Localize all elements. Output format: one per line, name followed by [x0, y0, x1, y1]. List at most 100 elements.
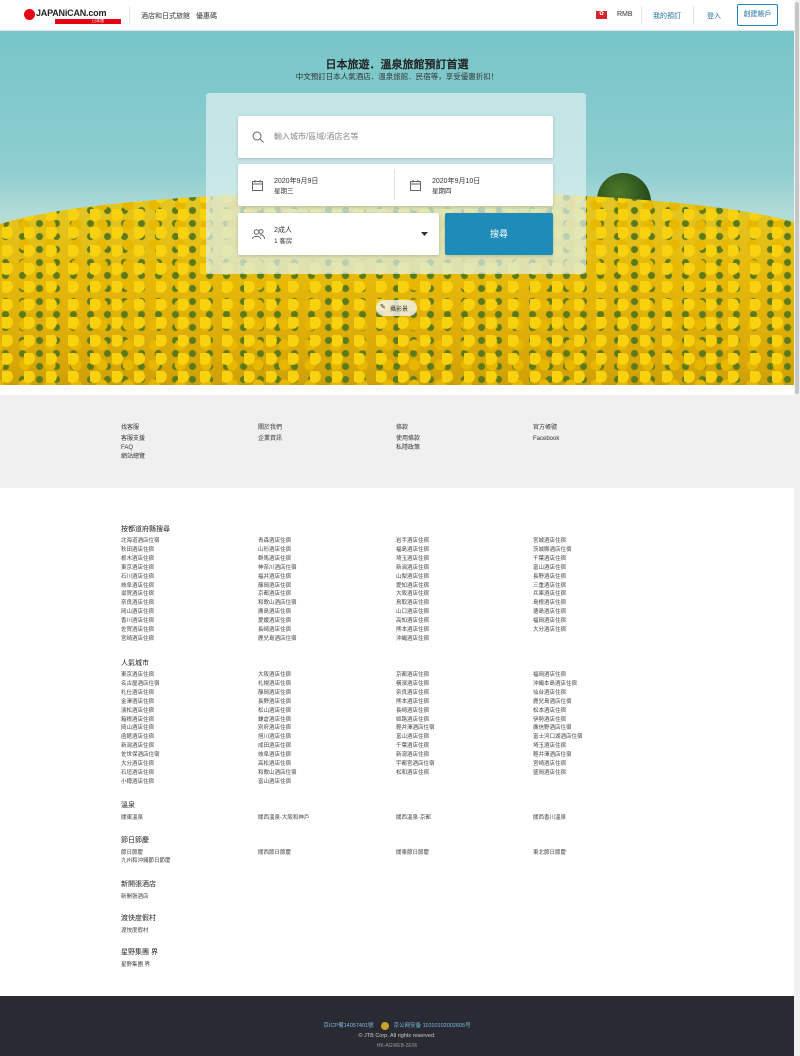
- prefecture-link[interactable]: 島根酒店住宿: [533, 599, 566, 608]
- city-link[interactable]: 宮崎酒店住宿: [533, 760, 566, 769]
- new-hotels-link[interactable]: 新開張酒店: [121, 893, 149, 902]
- nav-promo-code[interactable]: 優惠碼: [196, 11, 217, 21]
- prefecture-link[interactable]: 大分酒店住宿: [533, 626, 566, 635]
- city-link[interactable]: 沖繩本島酒店住宿: [533, 680, 577, 689]
- city-link[interactable]: 姬路酒店住宿: [396, 716, 429, 725]
- resort-link[interactable]: 渡快度假村: [121, 927, 149, 936]
- prefecture-link[interactable]: 長崎酒店住宿: [258, 626, 291, 635]
- city-link[interactable]: 石垣酒店住宿: [121, 769, 154, 778]
- city-link[interactable]: 仙台酒店住宿: [533, 689, 566, 698]
- city-link[interactable]: 熊本酒店住宿: [396, 698, 429, 707]
- my-booking-link[interactable]: 我的預訂: [653, 11, 681, 21]
- city-link[interactable]: 大分酒店住宿: [121, 760, 154, 769]
- checkin-date-field[interactable]: 2020年9月9日 星期三: [238, 164, 395, 206]
- city-link[interactable]: 札幌酒店住宿: [258, 680, 291, 689]
- prefecture-link[interactable]: 福岡酒店住宿: [533, 617, 566, 626]
- police-link[interactable]: 京公网安备 11010102002605号: [394, 1023, 471, 1029]
- scrollbar-thumb[interactable]: [795, 2, 799, 394]
- prefecture-link[interactable]: 廣島酒店住宿: [258, 608, 291, 617]
- city-link[interactable]: 宇都宮酒店住宿: [396, 760, 435, 769]
- prefecture-link[interactable]: 和歌山酒店住宿: [258, 599, 297, 608]
- prefecture-link[interactable]: 埼玉酒店住宿: [396, 555, 429, 564]
- onsen-link[interactable]: 關西香川溫泉: [533, 814, 566, 823]
- city-link[interactable]: 札仕酒店住宿: [121, 689, 154, 698]
- city-link[interactable]: 富山酒店住宿: [258, 778, 291, 787]
- city-link[interactable]: 伊勢酒店住宿: [533, 716, 566, 725]
- onsen-link[interactable]: 關西溫泉-大阪和神戶: [258, 814, 309, 823]
- prefecture-link[interactable]: 京都酒店住宿: [258, 590, 291, 599]
- signup-button[interactable]: 創建帳戶: [737, 4, 778, 26]
- city-link[interactable]: 長野酒店住宿: [258, 698, 291, 707]
- site-logo[interactable]: JAPANiCAN.com 日本旅遊專家: [24, 8, 121, 29]
- prefecture-link[interactable]: 福井酒店住宿: [258, 573, 291, 582]
- city-link[interactable]: 金澤酒店住宿: [121, 698, 154, 707]
- prefecture-link[interactable]: 高知酒店住宿: [396, 617, 429, 626]
- festival-link[interactable]: 九州和沖繩節日節慶: [121, 857, 171, 866]
- prefecture-link[interactable]: 栃木酒店住宿: [121, 555, 154, 564]
- destination-search-input[interactable]: 輸入城市/區域/酒店名等: [238, 116, 553, 158]
- city-link[interactable]: 函館酒店住宿: [121, 733, 154, 742]
- login-link[interactable]: 登入: [707, 11, 721, 21]
- prefecture-link[interactable]: 富山酒店住宿: [533, 564, 566, 573]
- prefecture-link[interactable]: 山梨酒店住宿: [396, 573, 429, 582]
- hoshino-link[interactable]: 星野集團 界: [121, 961, 150, 970]
- prefecture-link[interactable]: 靜岡酒店住宿: [258, 582, 291, 591]
- city-link[interactable]: 鎌倉酒店住宿: [258, 716, 291, 725]
- footer-link-support[interactable]: 客服支援: [121, 435, 145, 444]
- prefecture-link[interactable]: 沖繩酒店住宿: [396, 635, 429, 644]
- prefecture-link[interactable]: 德島酒店住宿: [533, 608, 566, 617]
- city-link[interactable]: 松本酒店住宿: [533, 707, 566, 716]
- city-link[interactable]: 廣信野酒店住宿: [533, 724, 572, 733]
- city-link[interactable]: 松和酒店住宿: [396, 769, 429, 778]
- footer-link-sitemap[interactable]: 網站總覽: [121, 453, 145, 462]
- city-link[interactable]: 京都酒店住宿: [396, 671, 429, 680]
- festival-link[interactable]: 東北節日節慶: [533, 849, 566, 858]
- onsen-link[interactable]: 關東溫泉: [121, 814, 143, 823]
- city-link[interactable]: 名古屋酒店住宿: [121, 680, 160, 689]
- prefecture-link[interactable]: 香川酒店住宿: [121, 617, 154, 626]
- footer-link-faq[interactable]: FAQ: [121, 444, 133, 453]
- city-link[interactable]: 大阪酒店住宿: [258, 671, 291, 680]
- city-link[interactable]: 松山酒店住宿: [258, 707, 291, 716]
- footer-link-company[interactable]: 企業資訊: [258, 435, 282, 444]
- city-link[interactable]: 新瀉酒店住宿: [396, 751, 429, 760]
- prefecture-link[interactable]: 山形酒店住宿: [258, 546, 291, 555]
- city-link[interactable]: 輕井澤酒店住宿: [533, 751, 572, 760]
- checkout-date-field[interactable]: 2020年9月10日 星期四: [396, 164, 553, 206]
- city-link[interactable]: 新潟酒店住宿: [121, 742, 154, 751]
- currency-selector[interactable]: RMB: [617, 11, 633, 18]
- prefecture-link[interactable]: 愛媛酒店住宿: [258, 617, 291, 626]
- prefecture-link[interactable]: 佐賀酒店住宿: [121, 626, 154, 635]
- prefecture-link[interactable]: 熊本酒店住宿: [396, 626, 429, 635]
- city-link[interactable]: 東京酒店住宿: [121, 671, 154, 680]
- prefecture-link[interactable]: 茨城縣酒店住宿: [533, 546, 572, 555]
- prefecture-link[interactable]: 岡山酒店住宿: [121, 608, 154, 617]
- nav-hotels-ryokan[interactable]: 酒店和日式旅館: [141, 11, 190, 21]
- onsen-link[interactable]: 關西溫泉-京都: [396, 814, 431, 823]
- city-link[interactable]: 鹿兒島酒店住宿: [533, 698, 572, 707]
- hk-flag-icon[interactable]: [596, 10, 607, 19]
- prefecture-link[interactable]: 岐阜酒店住宿: [121, 582, 154, 591]
- city-link[interactable]: 和歌山酒店住宿: [258, 769, 297, 778]
- prefecture-link[interactable]: 山口酒店住宿: [396, 608, 429, 617]
- festival-link[interactable]: 關西節日節慶: [258, 849, 291, 858]
- city-link[interactable]: 福岡酒店住宿: [533, 671, 566, 680]
- city-link[interactable]: 輕井澤酒店住宿: [396, 724, 435, 733]
- prefecture-link[interactable]: 福島酒店住宿: [396, 546, 429, 555]
- prefecture-link[interactable]: 宮崎酒店住宿: [121, 635, 154, 644]
- city-link[interactable]: 橫濱酒店住宿: [396, 680, 429, 689]
- city-link[interactable]: 小樽酒店住宿: [121, 778, 154, 787]
- prefecture-link[interactable]: 青森酒店住宿: [258, 537, 291, 546]
- footer-link-privacy[interactable]: 私隱政策: [396, 444, 420, 453]
- prefecture-link[interactable]: 滋賀酒店住宿: [121, 590, 154, 599]
- prefecture-link[interactable]: 三重酒店住宿: [533, 582, 566, 591]
- city-link[interactable]: 旭川酒店住宿: [258, 733, 291, 742]
- city-link[interactable]: 富山酒店住宿: [396, 733, 429, 742]
- prefecture-link[interactable]: 兵庫酒店住宿: [533, 590, 566, 599]
- prefecture-link[interactable]: 岩手酒店住宿: [396, 537, 429, 546]
- city-link[interactable]: 富士河口湖酒店住宿: [533, 733, 583, 742]
- city-link[interactable]: 埼玉酒店住宿: [533, 742, 566, 751]
- city-link[interactable]: 佐世保酒店住宿: [121, 751, 160, 760]
- prefecture-link[interactable]: 奈良酒店住宿: [121, 599, 154, 608]
- footer-link-facebook[interactable]: Facebook: [533, 435, 559, 444]
